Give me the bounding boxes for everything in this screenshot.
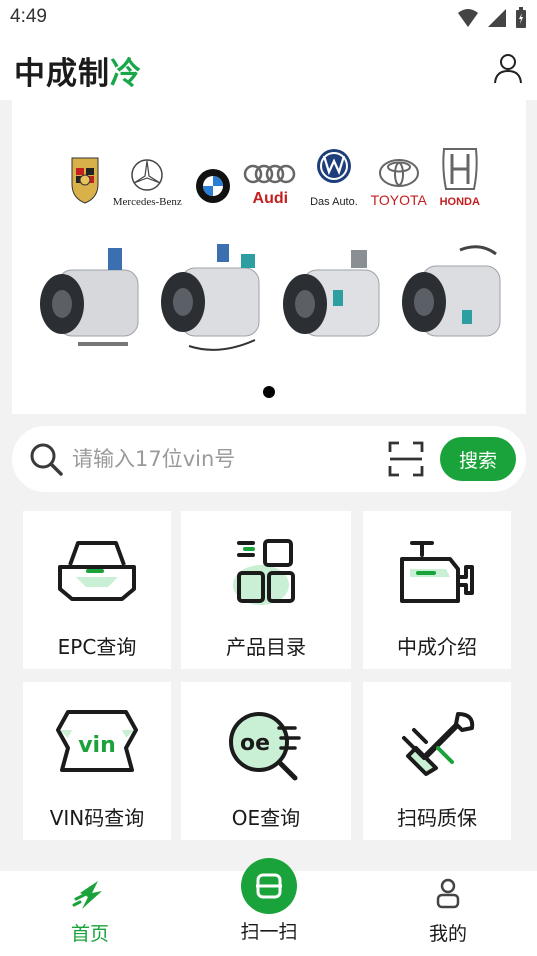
banner-carousel[interactable]: Mercedes-Benz Audi Das Auto. TOYOTA HOND… [12, 100, 526, 414]
compressor-image [40, 248, 139, 346]
search-icon [30, 443, 63, 476]
brand-porsche [70, 136, 100, 208]
status-time: 4:49 [10, 6, 47, 27]
carousel-indicator [12, 386, 526, 398]
tile-label: 中成介绍 [397, 635, 477, 659]
carousel-dot-active[interactable] [263, 386, 275, 398]
tile-icon-wrap [181, 537, 351, 619]
engine-icon [400, 541, 474, 603]
vin-search-input[interactable] [72, 439, 372, 479]
status-bar: 4:49 [0, 0, 537, 36]
tile-label: EPC查询 [57, 635, 137, 659]
nav-home-label: 首页 [70, 923, 109, 945]
home-bolt-icon [72, 881, 102, 909]
tile-label: OE查询 [231, 806, 301, 830]
tile-scan-warranty[interactable]: 扫码质保 [363, 682, 511, 840]
oe-search-icon: oe [229, 712, 301, 781]
search-button[interactable]: 搜索 [440, 437, 516, 481]
brand-name: Mercedes-Benz [112, 196, 182, 208]
tile-label: 产品目录 [226, 635, 306, 659]
bmw-logo-icon [195, 169, 230, 203]
compressor-images [38, 240, 508, 360]
app-header: 中成制冷 [0, 36, 537, 100]
svg-text:oe: oe [240, 731, 270, 756]
tile-oe-query[interactable]: oe OE查询 [181, 682, 351, 840]
compressor-image [283, 250, 380, 337]
tile-icon-wrap [363, 537, 511, 619]
honda-logo-icon [442, 148, 478, 190]
brand-bmw [195, 136, 231, 208]
compressor-image [160, 244, 260, 351]
battery-icon [516, 7, 526, 28]
profile-icon [436, 878, 460, 909]
nav-scan-label[interactable]: 扫一扫 [209, 917, 329, 944]
brand-mercedes: Mercedes-Benz [113, 136, 182, 208]
scan-fab-button[interactable] [241, 858, 297, 914]
compressor-image [401, 245, 501, 337]
tile-icon-wrap: oe [181, 708, 351, 790]
nav-mine[interactable]: 我的 [388, 871, 508, 956]
brand-name: TOYOTA [370, 192, 427, 208]
nav-mine-label: 我的 [428, 923, 467, 945]
tile-epc-query[interactable]: EPC查询 [23, 511, 171, 669]
vin-car-icon: vin [56, 710, 138, 772]
scan-code-icon[interactable] [388, 441, 424, 477]
tools-icon [402, 712, 475, 776]
bottom-nav: 首页 扫一扫 我的 [0, 858, 537, 956]
status-icons [457, 7, 527, 29]
audi-logo-icon [244, 164, 296, 184]
brand-audi: Audi [243, 136, 297, 208]
brand-name: Das Auto. [310, 196, 358, 208]
tile-icon-wrap: vin [23, 708, 171, 790]
brand-toyota: TOYOTA [371, 136, 427, 208]
logo-text-dark: 中成制 [14, 55, 110, 92]
vw-logo-icon [316, 149, 351, 183]
user-profile-icon[interactable] [493, 52, 523, 84]
brand-volkswagen: Das Auto. [310, 136, 358, 208]
brand-name: HONDA [439, 196, 480, 208]
mercedes-logo-icon [131, 159, 164, 191]
vin-search-bar: 搜索 [12, 426, 526, 492]
tile-label: VIN码查询 [49, 806, 145, 830]
car-front-icon [58, 541, 136, 601]
tile-icon-wrap [363, 708, 511, 790]
logo-text-green: 冷 [110, 55, 142, 92]
brand-logos: Mercedes-Benz Audi Das Auto. TOYOTA HOND… [70, 136, 480, 208]
tile-label: 扫码质保 [397, 806, 477, 830]
svg-text:vin: vin [78, 733, 116, 758]
scan-icon [256, 873, 282, 899]
toyota-logo-icon [378, 159, 419, 187]
nav-home[interactable]: 首页 [30, 871, 150, 956]
tile-vin-query[interactable]: vin VIN码查询 [23, 682, 171, 840]
brand-honda: HONDA [440, 136, 480, 208]
porsche-logo-icon [71, 157, 99, 204]
tile-company-intro[interactable]: 中成介绍 [363, 511, 511, 669]
tile-icon-wrap [23, 537, 171, 619]
wifi-icon [458, 9, 478, 27]
catalog-grid-icon [233, 539, 295, 605]
brand-name: Audi [252, 190, 289, 207]
app-logo: 中成制冷 [14, 50, 142, 92]
tile-product-catalog[interactable]: 产品目录 [181, 511, 351, 669]
signal-icon [488, 9, 506, 27]
